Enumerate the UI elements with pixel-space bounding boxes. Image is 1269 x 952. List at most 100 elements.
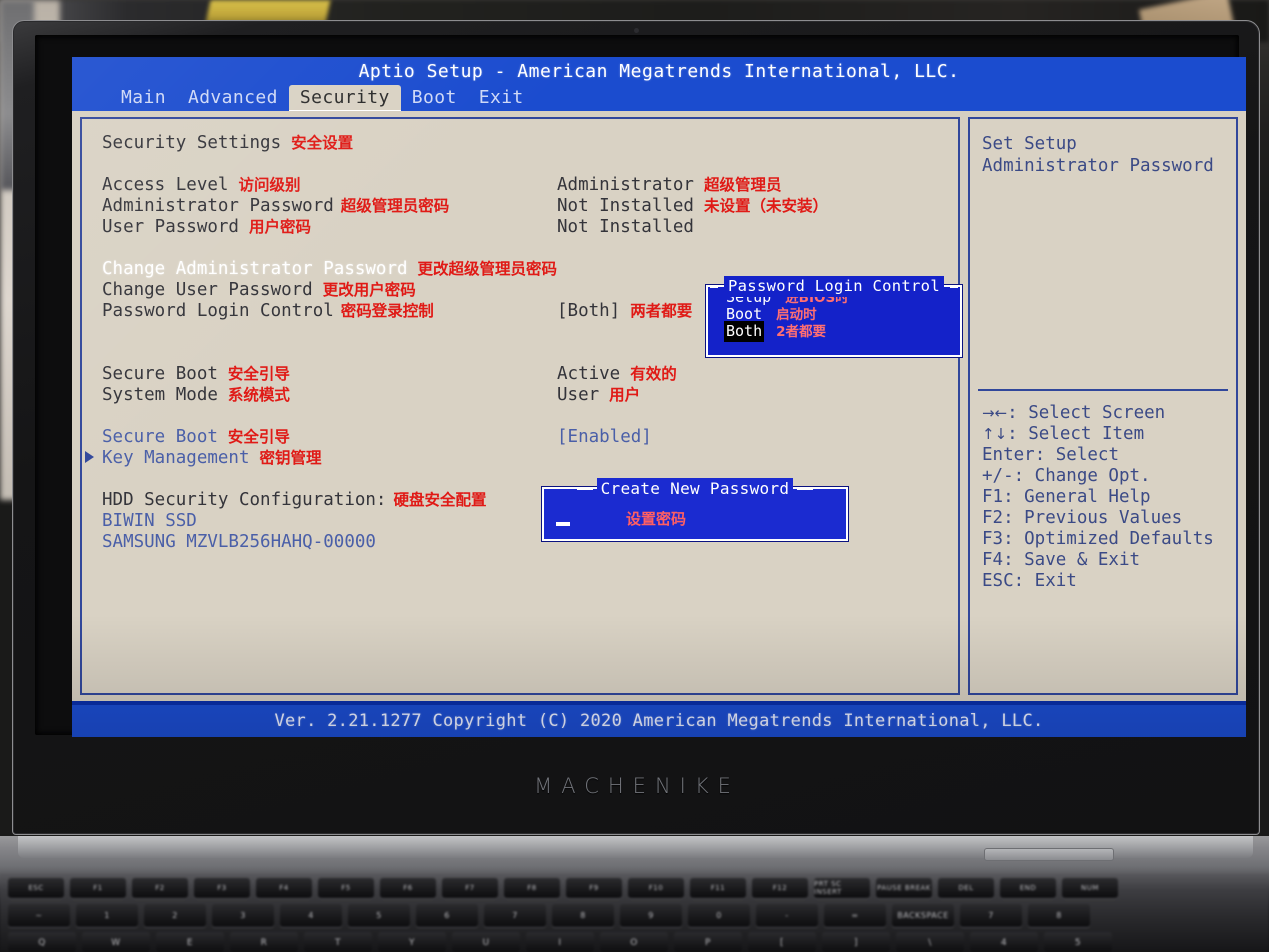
keyboard-key-num[interactable]: 2 (144, 904, 206, 927)
keyboard-key-alpha[interactable]: ] (822, 932, 890, 952)
keyboard-key-num[interactable]: 0 (688, 904, 750, 927)
tab-boot[interactable]: Boot (401, 85, 468, 111)
secure-boot-option-annotation: 安全引导 (227, 428, 290, 446)
help-divider (978, 389, 1228, 391)
password-login-control-annotation: 密码登录控制 (340, 302, 434, 320)
keyboard-key-fn[interactable]: F1 (70, 878, 126, 898)
keyboard-key-alpha[interactable]: U (452, 932, 520, 952)
secure-boot-status-annotation: 安全引导 (227, 365, 290, 383)
keyboard-function-row[interactable]: ESC F1 F2 F3 F4 F5 F6 F7 F8 F9 F10 F11 F12 PRT SC INS… (0, 878, 1269, 900)
keyboard-key-alpha[interactable]: 5 (1044, 932, 1112, 952)
f3-key: F3 (982, 529, 1004, 549)
change-user-password-annotation: 更改用户密码 (322, 281, 416, 299)
keyboard-key-alpha[interactable]: W (82, 932, 150, 952)
bios-title-bar: Aptio Setup - American Megatrends Intern… (72, 57, 1246, 85)
keyboard-key-alpha[interactable]: P (674, 932, 742, 952)
keyboard-key-num[interactable]: BACKSPACE (892, 904, 954, 927)
keyboard-key-alpha[interactable]: T (304, 932, 372, 952)
keyboard-key-num[interactable]: 9 (620, 904, 682, 927)
keyboard-key-fn[interactable]: F9 (566, 878, 622, 898)
key-management-label[interactable]: Key Management (102, 448, 250, 469)
keyboard-legend: →←: Select Screen ↑↓: Select Item Enter:… (982, 403, 1214, 592)
keyboard-key-num[interactable]: 8 (1028, 904, 1090, 927)
access-level-annotation: 访问级别 (238, 176, 301, 194)
option-both-label[interactable]: Both (724, 321, 765, 342)
keyboard-key-alpha[interactable]: I (526, 932, 594, 952)
change-user-password-label[interactable]: Change User Password (102, 280, 313, 301)
security-settings-panel: Security Settings 安全设置 Access Level 访问级别 (80, 117, 960, 695)
tab-exit[interactable]: Exit (468, 85, 535, 111)
keyboard-key-fn[interactable]: PAUSE BREAK (876, 878, 932, 898)
keyboard-key-fn[interactable]: F11 (690, 878, 746, 898)
password-login-control-dialog[interactable]: Password Login Control Setup 进BIOS时 Boot… (706, 276, 962, 357)
help-text-line-1: Set Setup (982, 134, 1077, 154)
keyboard-key-num[interactable]: 5 (348, 904, 410, 927)
keyboard-key-alpha[interactable]: Q (8, 932, 76, 952)
hdd-samsung-label[interactable]: SAMSUNG MZVLB256HAHQ-00000 (102, 532, 376, 553)
create-new-password-dialog-title: Create New Password (596, 478, 794, 499)
keyboard-key-num[interactable]: - (756, 904, 818, 927)
tab-security[interactable]: Security (288, 85, 401, 111)
keyboard-key-num[interactable]: 4 (280, 904, 342, 927)
keyboard-key-fn[interactable]: F12 (752, 878, 808, 898)
row-secure-boot-option[interactable]: Secure Boot 安全引导 [Enabled] (102, 427, 946, 448)
bios-screen: Aptio Setup - American Megatrends Intern… (72, 57, 1246, 737)
esc-desc: : Exit (1013, 571, 1077, 591)
secure-boot-option-label[interactable]: Secure Boot (102, 427, 218, 448)
keyboard-qwerty-row[interactable]: Q W E R T Y U I O P [] \ 4 5 (0, 932, 1269, 952)
keyboard-key-fn[interactable]: ESC (8, 878, 64, 898)
secure-boot-option-value[interactable]: [Enabled] (557, 427, 652, 448)
create-new-password-input-area[interactable]: 设置密码 (544, 509, 846, 530)
plus-minus-key: +/- (982, 466, 1014, 486)
keyboard-key-num[interactable]: 7 (960, 904, 1022, 927)
secure-boot-status-value-annotation: 有效的 (630, 365, 677, 383)
tab-advanced[interactable]: Advanced (177, 85, 289, 111)
change-administrator-password-annotation: 更改超级管理员密码 (417, 260, 558, 278)
keyboard-key-alpha[interactable]: E (156, 932, 224, 952)
keyboard-key-fn[interactable]: END (1000, 878, 1056, 898)
keyboard-key-fn[interactable]: F10 (628, 878, 684, 898)
keyboard-key-num[interactable]: 3 (212, 904, 274, 927)
select-screen-desc: : Select Screen (1007, 403, 1166, 423)
keyboard-key-alpha[interactable]: Y (378, 932, 446, 952)
keyboard-key-fn[interactable]: F8 (504, 878, 560, 898)
keyboard-key-fn[interactable]: F5 (318, 878, 374, 898)
keyboard-key-fn[interactable]: PRT SC INSERT (814, 878, 870, 898)
keyboard-key-fn[interactable]: F4 (256, 878, 312, 898)
esc-key: ESC (982, 571, 1014, 591)
create-new-password-dialog[interactable]: Create New Password 设置密码 (542, 478, 848, 541)
password-login-control-value[interactable]: [Both] (557, 301, 620, 322)
keyboard-key-alpha[interactable]: \ (896, 932, 964, 952)
section-heading-annotation: 安全设置 (291, 134, 354, 152)
tab-main[interactable]: Main (110, 85, 177, 111)
keyboard-key-fn[interactable]: F3 (194, 878, 250, 898)
secure-boot-status-label: Secure Boot (102, 364, 218, 384)
keyboard-key-num[interactable]: 6 (416, 904, 478, 927)
keyboard-key-alpha[interactable]: 4 (970, 932, 1038, 952)
submenu-arrow-icon (85, 451, 94, 463)
keyboard-key-num[interactable]: = (824, 904, 886, 927)
keyboard-key-alpha[interactable]: [ (748, 932, 816, 952)
password-login-control-value-annotation: 两者都要 (630, 302, 693, 320)
keyboard-key-num[interactable]: 7 (484, 904, 546, 927)
keyboard-key-alpha[interactable]: O (600, 932, 668, 952)
keyboard-key-fn[interactable]: DEL (938, 878, 994, 898)
change-administrator-password-label[interactable]: Change Administrator Password (102, 259, 408, 280)
keyboard-number-row[interactable]: ~1 2 3 4 5 6 7 8 9 0- = BACKSPACE 7 8 (0, 904, 1269, 928)
option-both[interactable]: Both 2者都要 (724, 321, 960, 342)
password-login-control-label[interactable]: Password Login Control (102, 301, 334, 322)
row-key-management[interactable]: Key Management 密钥管理 (85, 448, 946, 469)
keyboard-key-fn[interactable]: F6 (380, 878, 436, 898)
keyboard-key-num[interactable]: ~ (8, 904, 70, 927)
keyboard-key-fn[interactable]: NUM (1062, 878, 1118, 898)
keyboard-key-num[interactable]: 8 (552, 904, 614, 927)
keyboard[interactable]: ESC F1 F2 F3 F4 F5 F6 F7 F8 F9 F10 F11 F12 PRT SC INS… (0, 874, 1269, 952)
keyboard-key-num[interactable]: 1 (76, 904, 138, 927)
keyboard-key-fn[interactable]: F2 (132, 878, 188, 898)
user-password-label: User Password (102, 217, 239, 237)
keyboard-key-fn[interactable]: F7 (442, 878, 498, 898)
enter-desc: : Select (1034, 445, 1119, 465)
hdd-biwin-label[interactable]: BIWIN SSD (102, 511, 197, 532)
laptop-base: ESC F1 F2 F3 F4 F5 F6 F7 F8 F9 F10 F11 F12 PRT SC INS… (0, 836, 1269, 952)
keyboard-key-alpha[interactable]: R (230, 932, 298, 952)
